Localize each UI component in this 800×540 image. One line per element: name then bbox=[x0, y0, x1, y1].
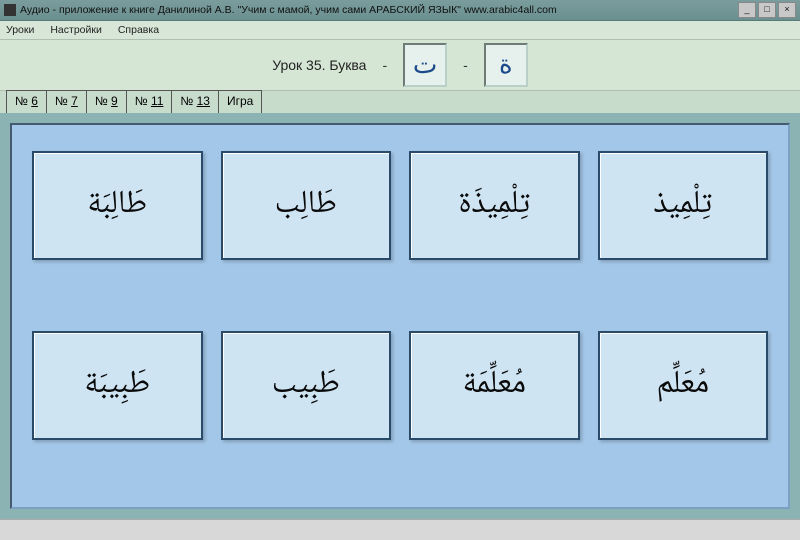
close-button[interactable]: × bbox=[778, 2, 796, 18]
menu-help[interactable]: Справка bbox=[118, 24, 159, 36]
letter-button-2[interactable]: ة bbox=[484, 43, 528, 87]
tab-7[interactable]: № 7 bbox=[46, 90, 87, 113]
tab-13[interactable]: № 13 bbox=[171, 90, 219, 113]
tab-11[interactable]: № 11 bbox=[126, 90, 173, 113]
titlebar: Аудио - приложение к книге Данилиной А.В… bbox=[0, 0, 800, 21]
word-card[interactable]: مُعَلِّمَة bbox=[409, 331, 580, 440]
tabstrip: № 6 № 7 № 9 № 11 № 13 Игра bbox=[0, 91, 800, 113]
app-icon bbox=[4, 4, 16, 16]
statusbar bbox=[0, 519, 800, 540]
menu-settings[interactable]: Настройки bbox=[50, 24, 102, 36]
minimize-button[interactable]: _ bbox=[738, 2, 756, 18]
separator: - bbox=[378, 57, 391, 73]
content-area: طَالِبَة طَالِب تِلْمِيذَة تِلْمِيذ طَبِ… bbox=[0, 113, 800, 519]
letter-button-1[interactable]: ت bbox=[403, 43, 447, 87]
word-card[interactable]: تِلْمِيذ bbox=[598, 151, 769, 260]
tab-6[interactable]: № 6 bbox=[6, 90, 47, 113]
lesson-label: Урок 35. Буква bbox=[272, 57, 366, 73]
word-card[interactable]: طَالِب bbox=[221, 151, 392, 260]
word-card[interactable]: مُعَلِّم bbox=[598, 331, 769, 440]
tab-game[interactable]: Игра bbox=[218, 90, 262, 113]
window-title: Аудио - приложение к книге Данилиной А.В… bbox=[20, 4, 738, 16]
word-card[interactable]: طَبِيب bbox=[221, 331, 392, 440]
word-board: طَالِبَة طَالِب تِلْمِيذَة تِلْمِيذ طَبِ… bbox=[10, 123, 790, 509]
app-window: Аудио - приложение к книге Данилиной А.В… bbox=[0, 0, 800, 540]
maximize-button[interactable]: □ bbox=[758, 2, 776, 18]
separator: - bbox=[459, 57, 472, 73]
menu-lessons[interactable]: Уроки bbox=[6, 24, 34, 36]
menubar: Уроки Настройки Справка bbox=[0, 21, 800, 40]
lesson-toolbar: Урок 35. Буква - ت - ة bbox=[0, 40, 800, 91]
window-controls: _ □ × bbox=[738, 2, 796, 18]
word-card[interactable]: طَبِيبَة bbox=[32, 331, 203, 440]
tab-9[interactable]: № 9 bbox=[86, 90, 127, 113]
word-card[interactable]: تِلْمِيذَة bbox=[409, 151, 580, 260]
word-card[interactable]: طَالِبَة bbox=[32, 151, 203, 260]
